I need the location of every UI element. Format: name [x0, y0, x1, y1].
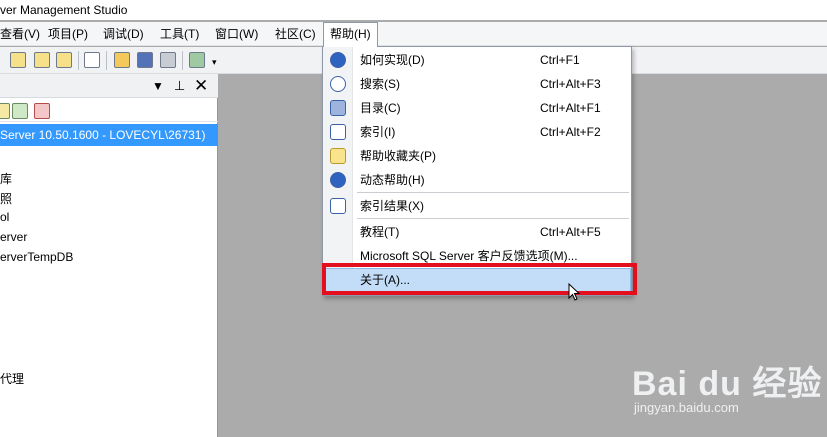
save-icon[interactable]: [137, 52, 153, 68]
contents-icon: [330, 100, 346, 116]
print-icon[interactable]: [160, 52, 176, 68]
menu-separator: [357, 192, 629, 193]
menu-tools[interactable]: 工具(T): [160, 22, 199, 46]
menu-item-favorites[interactable]: 帮助收藏夹(P): [323, 144, 631, 168]
mouse-pointer-icon: [568, 283, 580, 301]
favorites-icon: [330, 148, 346, 164]
menu-item-shortcut: Ctrl+Alt+F1: [540, 101, 601, 115]
server-node-selected[interactable]: Server 10.50.1600 - LOVECYL\26731): [0, 124, 218, 146]
watermark-url: jingyan.baidu.com: [634, 400, 739, 415]
search-icon: [330, 76, 346, 92]
menu-item-label: 如何实现(D): [360, 53, 425, 67]
panel-header: ▼ ⊥ ✕: [0, 74, 218, 98]
menu-debug[interactable]: 调试(D): [103, 22, 144, 46]
toolbar-separator: [182, 51, 183, 70]
menu-view[interactable]: 查看(V): [0, 22, 40, 46]
activity-monitor-icon[interactable]: [189, 52, 205, 68]
tree-node[interactable]: erverTempDB: [0, 250, 73, 264]
object-explorer-panel: ▼ ⊥ ✕ Server 10.50.1600 - LOVECYL\26731)…: [0, 74, 218, 437]
menu-item-label: 教程(T): [360, 225, 400, 239]
database-engine-query-icon[interactable]: [34, 52, 50, 68]
menu-item-contents[interactable]: 目录(C) Ctrl+Alt+F1: [323, 96, 631, 120]
menu-item-index-results[interactable]: 索引结果(X): [323, 194, 631, 218]
new-file-icon[interactable]: [84, 52, 100, 68]
new-query-icon[interactable]: [10, 52, 26, 68]
tree-node[interactable]: ol: [0, 210, 9, 224]
menu-separator: [357, 218, 629, 219]
toolbar-separator: [78, 51, 79, 70]
dynamic-help-icon: [330, 172, 346, 188]
menu-project[interactable]: 项目(P): [48, 22, 88, 46]
menu-item-label: 索引结果(X): [360, 199, 424, 213]
analysis-query-icon[interactable]: [56, 52, 72, 68]
toolbar-separator: [106, 51, 107, 70]
watermark-logo: Bai du 经验: [632, 365, 823, 403]
menu-window[interactable]: 窗口(W): [215, 22, 258, 46]
menu-item-label: 索引(I): [360, 125, 396, 139]
menu-item-index[interactable]: 索引(I) Ctrl+Alt+F2: [323, 120, 631, 144]
title-bar: ver Management Studio: [0, 0, 827, 20]
tree-node[interactable]: erver: [0, 230, 27, 244]
menu-item-label: 帮助收藏夹(P): [360, 149, 436, 163]
refresh-icon[interactable]: [12, 103, 28, 119]
menu-item-label: 搜索(S): [360, 77, 400, 91]
menu-help[interactable]: 帮助(H): [323, 22, 378, 47]
menu-item-tutorial[interactable]: 教程(T) Ctrl+Alt+F5: [323, 220, 631, 244]
dropdown-arrow-icon[interactable]: ▼: [152, 79, 164, 93]
menu-item-how-do-i[interactable]: 如何实现(D) Ctrl+F1: [323, 48, 631, 72]
menu-community[interactable]: 社区(C): [275, 22, 316, 46]
window-title: ver Management Studio: [0, 3, 128, 17]
open-file-icon[interactable]: [114, 52, 130, 68]
how-do-i-icon: [330, 52, 346, 68]
watermark: Bai du 经验 jingyan.baidu.com: [632, 356, 823, 415]
close-icon[interactable]: ✕: [194, 76, 208, 96]
menu-item-shortcut: Ctrl+Alt+F3: [540, 77, 601, 91]
filter-icon[interactable]: [0, 103, 10, 119]
menu-item-shortcut: Ctrl+F1: [540, 53, 580, 67]
overflow-chevron-icon[interactable]: ▾: [212, 57, 217, 68]
stop-icon[interactable]: [34, 103, 50, 119]
panel-toolbar: [0, 100, 218, 122]
menu-item-search[interactable]: 搜索(S) Ctrl+Alt+F3: [323, 72, 631, 96]
tree-node[interactable]: 代理: [0, 370, 24, 387]
menu-bar: 查看(V) 项目(P) 调试(D) 工具(T) 窗口(W) 社区(C) 帮助(H…: [0, 22, 827, 47]
menu-item-label: 动态帮助(H): [360, 173, 425, 187]
index-results-icon: [330, 198, 346, 214]
menu-item-shortcut: Ctrl+Alt+F2: [540, 125, 601, 139]
tree-node[interactable]: 库: [0, 170, 12, 187]
tree-node[interactable]: 照: [0, 190, 12, 207]
menu-item-label: 目录(C): [360, 101, 401, 115]
menu-item-dynamic-help[interactable]: 动态帮助(H): [323, 168, 631, 192]
pin-icon[interactable]: ⊥: [174, 78, 185, 94]
help-dropdown-menu: 如何实现(D) Ctrl+F1 搜索(S) Ctrl+Alt+F3 目录(C) …: [322, 46, 632, 296]
menu-item-shortcut: Ctrl+Alt+F5: [540, 225, 601, 239]
annotation-highlight-box: [322, 263, 637, 295]
index-icon: [330, 124, 346, 140]
